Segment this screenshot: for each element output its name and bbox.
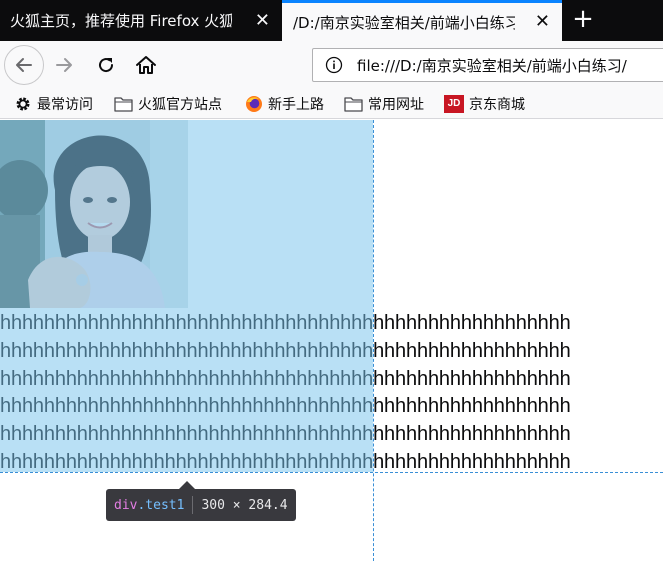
bookmark-common-sites[interactable]: 常用网址: [344, 89, 424, 118]
bookmark-label: 京东商城: [469, 96, 525, 113]
address-bar[interactable]: file:///D:/南京实验室相关/前端小白练习/: [312, 48, 663, 82]
text-line: hhhhhhhhhhhhhhhhhhhhhhhhhhhhhhhhhhhhhhhh…: [0, 423, 571, 446]
bookmark-jd-mall[interactable]: JD 京东商城: [444, 89, 525, 118]
tooltip-divider: [192, 496, 194, 514]
bookmark-firefox-official[interactable]: 火狐官方站点: [114, 89, 222, 118]
tab-local-file[interactable]: /D:/南京实验室相关/前端小白练习/ ✕: [282, 0, 562, 41]
bookmark-label: 新手上路: [268, 96, 324, 113]
inspector-guide-vertical: [373, 120, 374, 561]
portrait-image: [0, 120, 188, 308]
text-line: hhhhhhhhhhhhhhhhhhhhhhhhhhhhhhhhhhhhhhhh…: [0, 339, 571, 362]
forward-button[interactable]: [50, 50, 80, 80]
navigation-toolbar: file:///D:/南京实验室相关/前端小白练习/: [0, 41, 663, 89]
h-text-block: hhhhhhhhhhhhhhhhhhhhhhhhhhhhhhhhhhhhhhhh…: [0, 310, 663, 477]
close-tab-icon[interactable]: ✕: [535, 13, 550, 31]
tab-label: /D:/南京实验室相关/前端小白练习/: [293, 13, 515, 32]
firefox-icon: [246, 95, 262, 112]
text-line: hhhhhhhhhhhhhhhhhhhhhhhhhhhhhhhhhhhhhhhh…: [0, 367, 571, 390]
tooltip-class: .test1: [137, 497, 185, 513]
gear-icon: [16, 97, 30, 110]
back-button[interactable]: [4, 45, 44, 85]
reload-icon: [99, 58, 114, 73]
page-content: hhhhhhhhhhhhhhhhhhhhhhhhhhhhhhhhhhhhhhhh…: [0, 120, 663, 561]
bookmark-label: 最常访问: [37, 96, 93, 113]
tooltip-arrow: [179, 481, 195, 489]
bookmark-label: 火狐官方站点: [138, 96, 222, 113]
close-tab-icon[interactable]: ✕: [255, 11, 270, 30]
reload-button[interactable]: [91, 50, 121, 80]
url-text[interactable]: file:///D:/南京实验室相关/前端小白练习/: [357, 55, 627, 76]
inspector-guide-horizontal: [0, 472, 663, 473]
info-icon[interactable]: [325, 56, 343, 74]
tab-label: 火狐主页，推荐使用 Firefox 火狐浏览器: [10, 12, 232, 30]
arrow-left-icon: [16, 58, 32, 72]
tab-firefox-home[interactable]: 火狐主页，推荐使用 Firefox 火狐浏览器 ✕: [0, 0, 282, 41]
bookmark-getting-started[interactable]: 新手上路: [245, 89, 324, 118]
text-line: hhhhhhhhhhhhhhhhhhhhhhhhhhhhhhhhhhhhhhhh…: [0, 395, 571, 418]
tab-strip: 火狐主页，推荐使用 Firefox 火狐浏览器 ✕ /D:/南京实验室相关/前端…: [0, 0, 663, 41]
bookmark-label: 常用网址: [368, 96, 424, 113]
home-icon: [136, 56, 156, 74]
text-line: hhhhhhhhhhhhhhhhhhhhhhhhhhhhhhhhhhhhhhhh…: [0, 312, 571, 334]
inspector-tooltip: div .test1 300 × 284.4: [106, 489, 296, 521]
bookmarks-toolbar: 最常访问 火狐官方站点 新手上路 常用网址 JD 京东商城: [0, 89, 663, 119]
folder-icon: [114, 96, 133, 112]
tooltip-tag: div: [114, 497, 138, 513]
tooltip-dimensions: 300 × 284.4: [201, 497, 288, 513]
folder-icon: [344, 96, 363, 112]
arrow-right-icon: [56, 58, 72, 72]
home-button[interactable]: [131, 50, 161, 80]
jd-logo-icon: JD: [444, 94, 464, 113]
new-tab-button[interactable]: +: [568, 5, 598, 35]
portrait-photo: [0, 120, 188, 308]
bookmark-most-visited[interactable]: 最常访问: [14, 89, 93, 118]
